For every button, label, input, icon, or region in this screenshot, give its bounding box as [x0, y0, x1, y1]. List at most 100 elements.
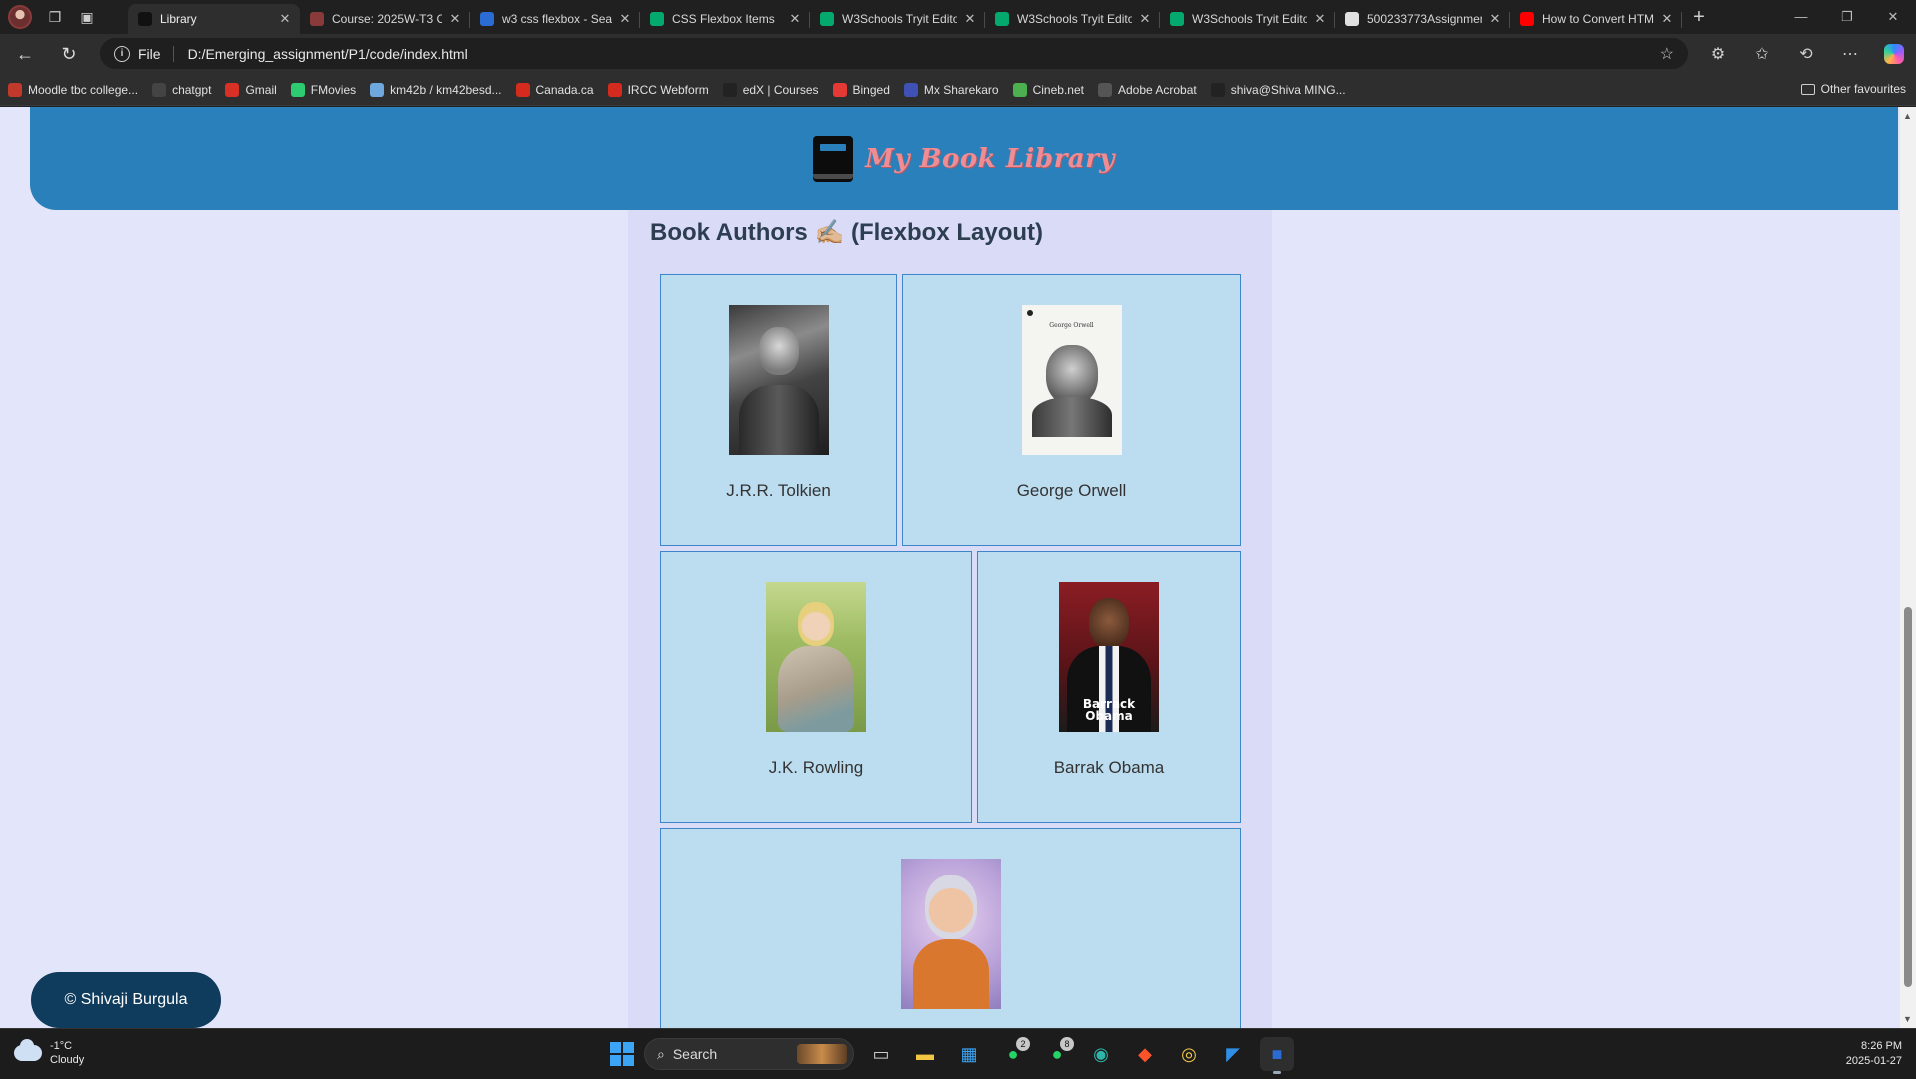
favorite-item[interactable]: Mx Sharekaro [903, 82, 999, 97]
tab-title: W3Schools Tryit Edito [842, 12, 957, 26]
favorite-favicon-icon [8, 82, 22, 97]
tab-2[interactable]: Course: 2025W-T3 CS ✕ [300, 4, 470, 34]
favorite-item[interactable]: IRCC Webform [607, 82, 709, 97]
url-text[interactable]: D:/Emerging_assignment/P1/code/index.htm… [188, 46, 468, 62]
windows-taskbar: -1°C Cloudy ⌕ Search ▭ ▬ ▦ ● 2 ● 8 ◉ ◆ ◎ ◤… [0, 1028, 1916, 1079]
weather-widget[interactable]: -1°C Cloudy [14, 1039, 84, 1067]
task-view-icon[interactable]: ▭ [864, 1037, 898, 1071]
favorite-label: Mx Sharekaro [923, 82, 999, 97]
refresh-icon[interactable]: ↻ [50, 38, 88, 70]
tab-close-icon[interactable]: ✕ [788, 11, 802, 27]
address-bar[interactable]: i File D:/Emerging_assignment/P1/code/in… [100, 38, 1688, 69]
store-icon[interactable]: ▦ [952, 1037, 986, 1071]
tab-8[interactable]: 500233773Assignmen ✕ [1335, 4, 1510, 34]
taskbar-search[interactable]: ⌕ Search [644, 1038, 854, 1070]
search-label: Search [672, 1046, 718, 1062]
brave-icon[interactable]: ◆ [1128, 1037, 1162, 1071]
favorite-item[interactable]: Gmail [225, 82, 277, 97]
favorite-item[interactable]: Cineb.net [1012, 82, 1084, 97]
favorite-item[interactable]: Canada.ca [515, 82, 594, 97]
whatsapp-icon[interactable]: ● 2 [996, 1037, 1030, 1071]
other-favourites[interactable]: Other favourites [1800, 82, 1906, 96]
favorite-label: FMovies [310, 82, 357, 97]
tab-close-icon[interactable]: ✕ [963, 11, 977, 27]
notification-badge: 2 [1016, 1037, 1030, 1051]
back-icon[interactable]: ← [6, 38, 44, 70]
browser-toolbar: ← ↻ i File D:/Emerging_assignment/P1/cod… [0, 34, 1916, 74]
tab-favicon-icon [995, 12, 1009, 26]
new-tab-button[interactable]: + [1682, 6, 1716, 29]
tab-favicon-icon [480, 12, 494, 26]
favorite-item[interactable]: shiva@Shiva MING... [1210, 82, 1346, 97]
tab-9[interactable]: How to Convert HTM ✕ [1510, 4, 1682, 34]
favorite-label: shiva@Shiva MING... [1230, 82, 1346, 97]
start-icon[interactable] [610, 1042, 634, 1066]
tab-favicon-icon [310, 12, 324, 26]
favorite-label: Canada.ca [535, 82, 594, 97]
favorites-icon[interactable]: ✩ [1740, 38, 1784, 70]
tab-7[interactable]: W3Schools Tryit Edito ✕ [1160, 4, 1335, 34]
tab-title: w3 css flexbox - Searc [502, 12, 612, 26]
author-photo: George Orwell [1021, 305, 1122, 455]
whatsapp-icon[interactable]: ● 8 [1040, 1037, 1074, 1071]
tab-4[interactable]: CSS Flexbox Items ✕ [640, 4, 810, 34]
favorite-label: edX | Courses [742, 82, 819, 97]
tab-title: W3Schools Tryit Edito [1017, 12, 1132, 26]
tab-close-icon[interactable]: ✕ [1138, 11, 1152, 27]
folder-icon [1800, 83, 1815, 95]
cover-text: George Orwell [1049, 322, 1094, 329]
system-clock[interactable]: 8:26 PM 2025-01-27 [1846, 1039, 1902, 1069]
favorite-favicon-icon [1097, 82, 1112, 97]
scroll-up-icon[interactable]: ▲ [1903, 111, 1912, 121]
close-window-icon[interactable]: ✕ [1870, 9, 1916, 25]
vscode-icon[interactable]: ◤ [1216, 1037, 1250, 1071]
info-icon[interactable]: i [114, 45, 130, 62]
favorite-star-icon[interactable]: ☆ [1660, 44, 1674, 64]
favorite-item[interactable]: Adobe Acrobat [1097, 82, 1197, 97]
minimize-icon[interactable]: — [1778, 9, 1824, 25]
scroll-down-icon[interactable]: ▼ [1903, 1014, 1912, 1024]
profile-avatar[interactable] [8, 5, 32, 29]
tab-actions-icon[interactable]: ▣ [78, 8, 96, 26]
copilot-icon[interactable] [1884, 44, 1904, 64]
tab-5[interactable]: W3Schools Tryit Edito ✕ [810, 4, 985, 34]
favorite-label: IRCC Webform [627, 82, 709, 97]
favorite-item[interactable]: km42b / km42besd... [370, 82, 502, 97]
tab-close-icon[interactable]: ✕ [1313, 11, 1327, 27]
book-icon [813, 135, 854, 182]
word-icon[interactable]: ■ [1260, 1037, 1294, 1074]
file-explorer-icon[interactable]: ▬ [908, 1037, 942, 1071]
tab-title: W3Schools Tryit Edito [1192, 12, 1307, 26]
tab-3[interactable]: w3 css flexbox - Searc ✕ [470, 4, 640, 34]
extensions-icon[interactable]: ⚙ [1696, 38, 1740, 70]
window-controls: — ❐ ✕ [1778, 9, 1916, 25]
more-menu-icon[interactable]: ⋯ [1828, 38, 1872, 70]
author-card [660, 828, 1241, 1028]
active-indicator [1273, 1071, 1281, 1074]
favorite-label: Cineb.net [1032, 82, 1084, 97]
page-scrollbar[interactable]: ▲ ▼ [1900, 107, 1916, 1028]
favorite-item[interactable]: chatgpt [152, 82, 211, 97]
favorite-item[interactable]: Moodle tbc college... [8, 82, 138, 97]
chrome-icon[interactable]: ◎ [1172, 1037, 1206, 1071]
favorite-item[interactable]: FMovies [290, 82, 357, 97]
tab-close-icon[interactable]: ✕ [448, 11, 462, 27]
history-icon[interactable]: ⟲ [1784, 38, 1828, 70]
clock-date: 2025-01-27 [1845, 1055, 1902, 1067]
tab-close-icon[interactable]: ✕ [278, 11, 292, 27]
cloud-icon [14, 1039, 42, 1061]
tab-close-icon[interactable]: ✕ [1660, 11, 1674, 27]
tab-close-icon[interactable]: ✕ [1488, 11, 1502, 27]
tab-1[interactable]: Library ✕ [128, 4, 300, 34]
tab-close-icon[interactable]: ✕ [618, 11, 632, 27]
search-icon: ⌕ [657, 1045, 665, 1062]
publisher-mark [1026, 310, 1033, 316]
favorite-item[interactable]: edX | Courses [722, 82, 819, 97]
tab-6[interactable]: W3Schools Tryit Edito ✕ [985, 4, 1160, 34]
scrollbar-thumb[interactable] [1904, 607, 1912, 987]
restore-icon[interactable]: ❐ [1824, 9, 1870, 25]
favorite-item[interactable]: Binged [832, 82, 890, 97]
edge-icon[interactable]: ◉ [1084, 1037, 1118, 1071]
workspaces-icon[interactable]: ❐ [46, 8, 64, 26]
taskbar-apps: ⌕ Search ▭ ▬ ▦ ● 2 ● 8 ◉ ◆ ◎ ◤ ■ [610, 1037, 1294, 1074]
